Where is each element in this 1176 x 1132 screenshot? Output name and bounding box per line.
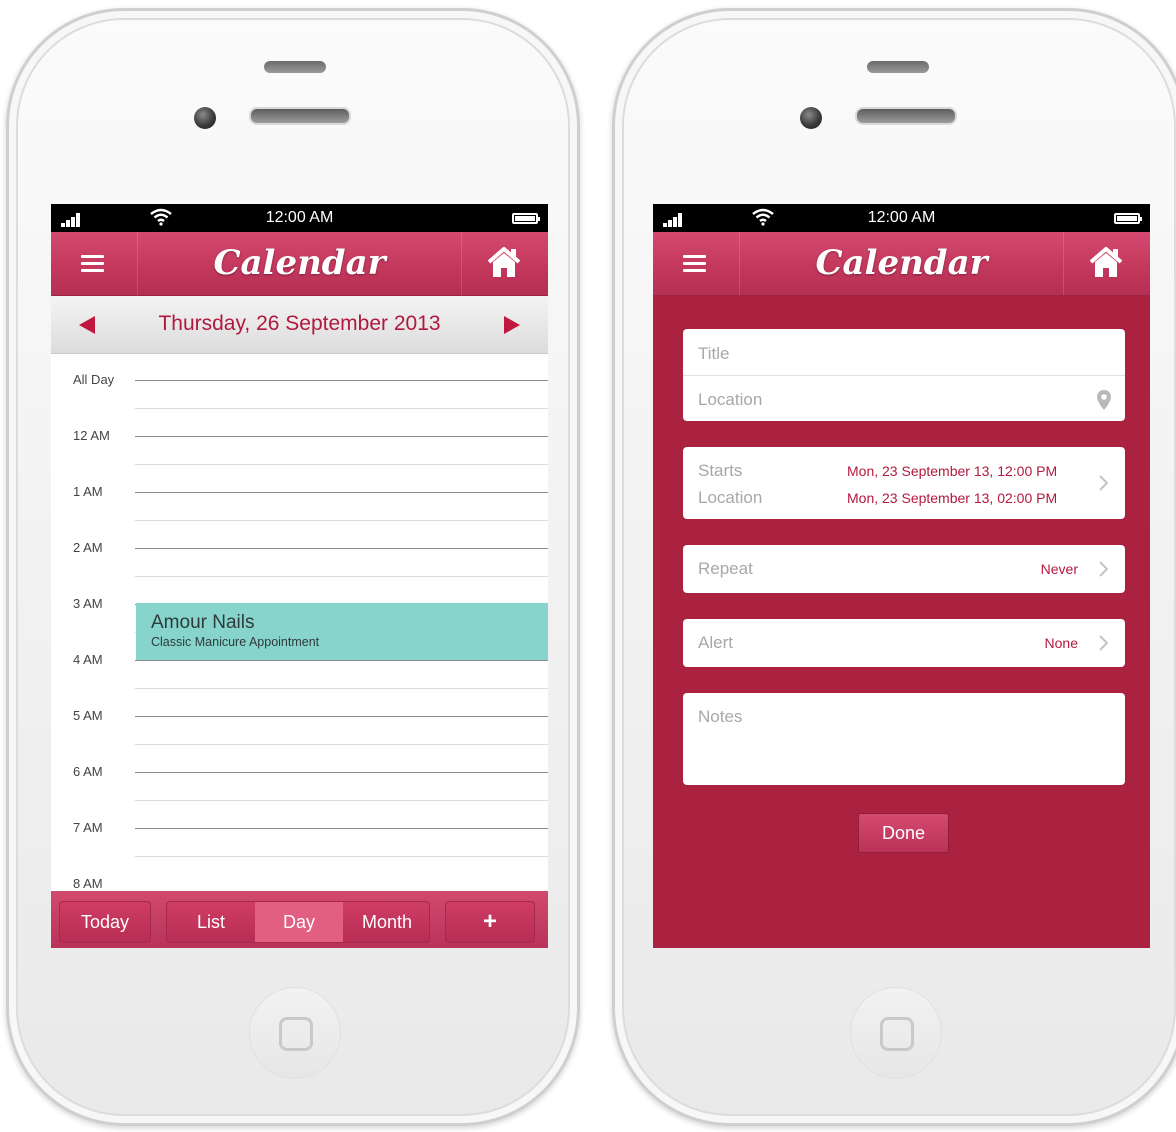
ends-value: Mon, 23 September 13, 02:00 PM <box>847 490 1058 506</box>
bottom-tab-bar: Today List Day Month + <box>51 891 548 948</box>
alert-value: None <box>1044 635 1078 651</box>
location-field[interactable]: Location <box>698 390 762 410</box>
event-title: Amour Nails <box>151 612 255 633</box>
done-button[interactable]: Done <box>858 813 949 853</box>
add-event-button[interactable]: + <box>445 901 535 943</box>
half-hour-line <box>135 520 548 521</box>
tab-month[interactable]: Month <box>343 902 429 942</box>
starts-label: Starts <box>698 461 743 480</box>
alert-row[interactable]: Alert None <box>683 619 1125 667</box>
hour-line <box>135 492 548 493</box>
app-title: Calendar <box>815 243 988 283</box>
title-field[interactable]: Title <box>698 344 730 364</box>
notes-field[interactable]: Notes <box>683 693 1125 785</box>
top-speaker <box>867 61 929 73</box>
half-hour-line <box>135 576 548 577</box>
half-hour-line <box>135 688 548 689</box>
phone-frame-right: 12:00 AM Calendar Title Location Starts … <box>612 8 1176 1126</box>
time-range-card[interactable]: Starts Location Mon, 23 September 13, 12… <box>683 447 1125 519</box>
alert-label: Alert <box>698 633 733 652</box>
previous-day-arrow-icon[interactable] <box>79 316 95 334</box>
front-camera <box>800 107 822 129</box>
status-time: 12:00 AM <box>867 209 936 226</box>
half-hour-line <box>135 464 548 465</box>
phone-frame-left: 12:00 AM Calendar Thursday, 26 September… <box>6 8 580 1126</box>
event-form: Title Location Starts Location Mon, 23 S… <box>653 296 1150 948</box>
hour-line <box>135 828 548 829</box>
status-time: 12:00 AM <box>265 209 334 226</box>
next-day-arrow-icon[interactable] <box>504 316 520 334</box>
location-pin-icon[interactable] <box>1097 390 1111 415</box>
tab-day[interactable]: Day <box>255 902 343 942</box>
chevron-right-icon <box>1099 475 1108 491</box>
view-switcher: List Day Month <box>166 901 430 943</box>
current-date: Thursday, 26 September 2013 <box>158 312 441 335</box>
hour-label: 12 AM <box>73 428 110 443</box>
app-title: Calendar <box>213 243 386 283</box>
event-subtitle: Classic Manicure Appointment <box>151 635 320 649</box>
repeat-row[interactable]: Repeat Never <box>683 545 1125 593</box>
title-location-card: Title Location <box>683 329 1125 421</box>
earpiece <box>249 107 351 125</box>
home-square-icon <box>880 1017 914 1051</box>
date-navigator: Thursday, 26 September 2013 <box>51 296 548 354</box>
hour-line <box>135 380 548 381</box>
app-header: Calendar <box>653 232 1150 296</box>
home-square-icon <box>279 1017 313 1051</box>
hardware-home-button <box>249 987 341 1079</box>
status-bar: 12:00 AM <box>51 204 548 232</box>
screen-event-form: 12:00 AM Calendar Title Location Starts … <box>653 204 1150 948</box>
hour-line <box>135 548 548 549</box>
battery-icon <box>512 213 540 224</box>
front-camera <box>194 107 216 129</box>
battery-icon <box>1114 213 1142 224</box>
top-speaker <box>264 61 326 73</box>
hour-line <box>135 660 548 661</box>
hardware-home-button <box>850 987 942 1079</box>
hour-line <box>135 436 548 437</box>
event-block[interactable]: Amour Nails Classic Manicure Appointment <box>136 603 548 660</box>
hour-label: All Day <box>73 372 115 387</box>
earpiece <box>855 107 957 125</box>
starts-value: Mon, 23 September 13, 12:00 PM <box>847 463 1058 479</box>
field-divider <box>683 375 1125 376</box>
hour-line <box>135 716 548 717</box>
repeat-label: Repeat <box>698 559 753 578</box>
hour-label: 6 AM <box>73 764 103 779</box>
menu-icon[interactable] <box>51 232 138 295</box>
app-header: Calendar <box>51 232 548 296</box>
hour-line <box>135 772 548 773</box>
ends-label: Location <box>698 488 763 507</box>
half-hour-line <box>135 744 548 745</box>
screen-day-view: 12:00 AM Calendar Thursday, 26 September… <box>51 204 548 948</box>
repeat-value: Never <box>1040 561 1078 577</box>
tab-list[interactable]: List <box>167 902 255 942</box>
hour-label: 8 AM <box>73 876 103 891</box>
chevron-right-icon <box>1099 561 1108 577</box>
half-hour-line <box>135 408 548 409</box>
half-hour-line <box>135 800 548 801</box>
hour-label: 4 AM <box>73 652 103 667</box>
hour-label: 3 AM <box>73 596 103 611</box>
today-button[interactable]: Today <box>59 901 151 943</box>
notes-label: Notes <box>698 707 743 726</box>
hour-label: 7 AM <box>73 820 103 835</box>
home-icon[interactable] <box>1063 232 1150 295</box>
hour-label: 5 AM <box>73 708 103 723</box>
status-bar: 12:00 AM <box>653 204 1150 232</box>
half-hour-line <box>135 856 548 857</box>
home-icon[interactable] <box>461 232 548 295</box>
hour-label: 1 AM <box>73 484 103 499</box>
menu-icon[interactable] <box>653 232 740 295</box>
hour-label: 2 AM <box>73 540 103 555</box>
chevron-right-icon <box>1099 635 1108 651</box>
day-timeline[interactable]: All Day 12 AM 1 AM 2 AM 3 AM 4 AM 5 AM 6… <box>51 354 548 891</box>
